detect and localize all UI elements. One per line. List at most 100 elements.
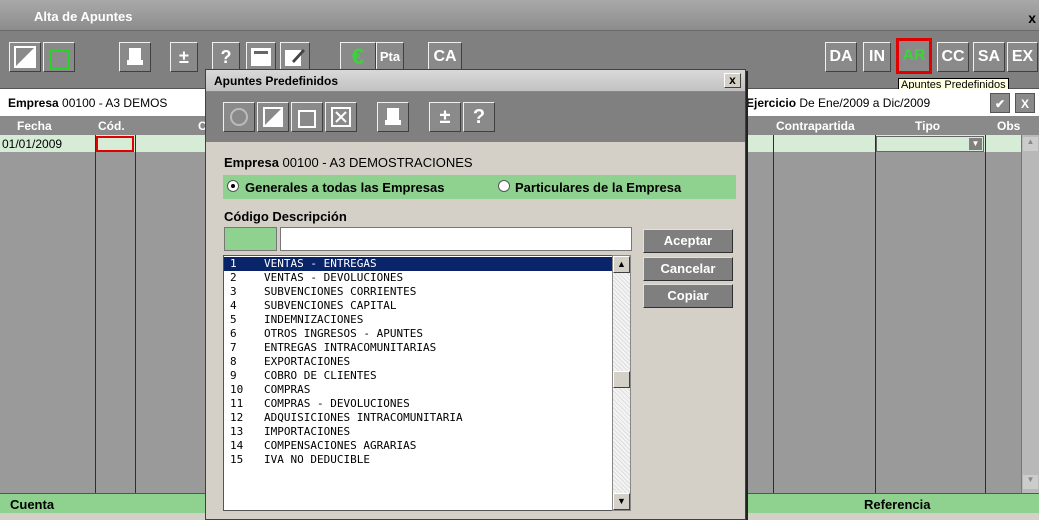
list-item-code: 4 xyxy=(230,299,237,312)
radio-particulares[interactable] xyxy=(498,180,510,192)
header-cod: Cód. xyxy=(98,119,125,133)
list-item-code: 7 xyxy=(230,341,237,354)
print-icon[interactable] xyxy=(377,102,409,132)
da-button[interactable]: DA xyxy=(825,42,857,72)
copiar-button[interactable]: Copiar xyxy=(643,284,733,308)
list-item-description: COMPRAS xyxy=(264,383,311,396)
list-item-description: IMPORTACIONES xyxy=(264,425,351,438)
codigo-input[interactable] xyxy=(224,227,277,251)
list-item[interactable]: 3 SUBVENCIONES CORRIENTES xyxy=(224,285,627,299)
list-item[interactable]: 11 COMPRAS - DEVOLUCIONES xyxy=(224,397,627,411)
list-item[interactable]: 10 COMPRAS xyxy=(224,383,627,397)
descripcion-input[interactable] xyxy=(280,227,632,251)
new-record-icon[interactable] xyxy=(43,42,75,72)
list-item-code: 8 xyxy=(230,355,237,368)
contrast-icon[interactable] xyxy=(257,102,289,132)
pta-button[interactable]: Pta xyxy=(376,42,404,72)
list-item-code: 3 xyxy=(230,285,237,298)
dialog-toolbar: ± ? xyxy=(206,92,745,142)
confirm-button[interactable]: ✔ xyxy=(990,93,1010,113)
dialog-empresa-value: 00100 - A3 DEMOSTRACIONES xyxy=(282,155,473,170)
list-item-description: OTROS INGRESOS - APUNTES xyxy=(264,327,423,340)
apuntes-list[interactable]: 1 VENTAS - ENTREGAS 2 VENTAS - DEVOLUCIONES… xyxy=(223,255,628,511)
empresa-value: 00100 - A3 DEMOS xyxy=(62,96,168,110)
list-item-description: INDEMNIZACIONES xyxy=(264,313,364,326)
header-tipo: Tipo xyxy=(915,119,941,133)
cc-button[interactable]: CC xyxy=(937,42,969,72)
scroll-up-icon[interactable]: ▲ xyxy=(613,256,630,273)
list-item[interactable]: 8 EXPORTACIONES xyxy=(224,355,627,369)
code-input[interactable] xyxy=(96,136,134,152)
list-item[interactable]: 5 INDEMNIZACIONES xyxy=(224,313,627,327)
scroll-down-icon[interactable]: ▼ xyxy=(613,493,630,510)
list-item-code: 12 xyxy=(230,411,244,424)
scroll-thumb[interactable] xyxy=(613,371,630,388)
aceptar-button[interactable]: Aceptar xyxy=(643,229,733,253)
plusminus-button[interactable]: ± xyxy=(429,102,461,132)
list-item-description: SUBVENCIONES CAPITAL xyxy=(264,299,397,312)
delete-icon[interactable] xyxy=(325,102,357,132)
scroll-down-icon[interactable]: ▼ xyxy=(1023,475,1038,489)
cancel-button[interactable]: X xyxy=(1015,93,1035,113)
radio-generales[interactable] xyxy=(227,180,239,192)
ex-button[interactable]: EX xyxy=(1007,42,1038,72)
header-contrapartida: Contrapartida xyxy=(776,119,855,133)
print-icon[interactable] xyxy=(119,42,151,72)
radio-generales-label[interactable]: Generales a todas las Empresas xyxy=(245,180,444,195)
list-item-code: 9 xyxy=(230,369,237,382)
list-item-description: IVA NO DEDUCIBLE xyxy=(264,453,370,466)
list-item-description: COBRO DE CLIENTES xyxy=(264,369,377,382)
list-item-code: 11 xyxy=(230,397,244,410)
list-item[interactable]: 1 VENTAS - ENTREGAS xyxy=(224,257,627,271)
chevron-down-icon[interactable]: ▼ xyxy=(969,138,982,150)
list-item-description: VENTAS - ENTREGAS xyxy=(264,257,377,270)
ejercicio-label: Ejercicio xyxy=(746,96,797,110)
in-button[interactable]: IN xyxy=(863,42,891,72)
refresh-icon[interactable] xyxy=(223,102,255,132)
radio-particulares-label[interactable]: Particulares de la Empresa xyxy=(515,180,681,195)
ar-button[interactable]: AR xyxy=(896,38,932,74)
dialog-close-button[interactable]: x xyxy=(724,73,741,88)
date-cell[interactable]: 01/01/2009 xyxy=(2,137,62,151)
scope-radio-group: Generales a todas las Empresas Particula… xyxy=(223,175,736,199)
grid-scrollbar[interactable]: ▲ ▼ xyxy=(1021,135,1039,493)
window-title-bar: Alta de Apuntes x xyxy=(0,0,1039,31)
list-item[interactable]: 9 COBRO DE CLIENTES xyxy=(224,369,627,383)
tipo-select[interactable]: ▼ xyxy=(876,136,984,152)
list-item-description: ADQUISICIONES INTRACOMUNITARIA xyxy=(264,411,463,424)
header-fecha: Fecha xyxy=(17,119,52,133)
list-item[interactable]: 4 SUBVENCIONES CAPITAL xyxy=(224,299,627,313)
list-item[interactable]: 13 IMPORTACIONES xyxy=(224,425,627,439)
help-button[interactable]: ? xyxy=(463,102,495,132)
contrast-icon[interactable] xyxy=(9,42,41,72)
list-item-code: 2 xyxy=(230,271,237,284)
ca-button[interactable]: CA xyxy=(428,42,462,72)
list-item-code: 15 xyxy=(230,453,244,466)
help-button[interactable]: ? xyxy=(212,42,240,72)
footer-cuenta: Cuenta xyxy=(10,497,55,512)
list-item[interactable]: 15 IVA NO DEDUCIBLE xyxy=(224,453,627,467)
list-item-code: 5 xyxy=(230,313,237,326)
list-item[interactable]: 6 OTROS INGRESOS - APUNTES xyxy=(224,327,627,341)
list-item-code: 6 xyxy=(230,327,237,340)
scroll-up-icon[interactable]: ▲ xyxy=(1023,137,1038,151)
list-item[interactable]: 2 VENTAS - DEVOLUCIONES xyxy=(224,271,627,285)
list-scrollbar[interactable]: ▲ ▼ xyxy=(612,255,631,511)
new-icon[interactable] xyxy=(291,102,323,132)
list-item-description: VENTAS - DEVOLUCIONES xyxy=(264,271,404,284)
edit-icon[interactable] xyxy=(280,42,310,72)
apuntes-predefinidos-dialog: Apuntes Predefinidos x ± ? Empresa 00100… xyxy=(205,69,746,520)
sa-button[interactable]: SA xyxy=(973,42,1005,72)
ejercicio-value: De Ene/2009 a Dic/2009 xyxy=(799,96,931,110)
window-close-button[interactable]: x xyxy=(1028,10,1036,26)
calculator-icon[interactable] xyxy=(246,42,276,72)
cancelar-button[interactable]: Cancelar xyxy=(643,257,733,281)
dialog-title: Apuntes Predefinidos xyxy=(214,74,339,88)
list-item[interactable]: 12 ADQUISICIONES INTRACOMUNITARIA xyxy=(224,411,627,425)
euro-button[interactable]: € xyxy=(340,42,376,72)
dialog-empresa-label: Empresa xyxy=(224,155,279,170)
list-item[interactable]: 7 ENTREGAS INTRACOMUNITARIAS xyxy=(224,341,627,355)
plusminus-button[interactable]: ± xyxy=(170,42,198,72)
list-item[interactable]: 14 COMPENSACIONES AGRARIAS xyxy=(224,439,627,453)
window-title: Alta de Apuntes xyxy=(34,9,133,24)
